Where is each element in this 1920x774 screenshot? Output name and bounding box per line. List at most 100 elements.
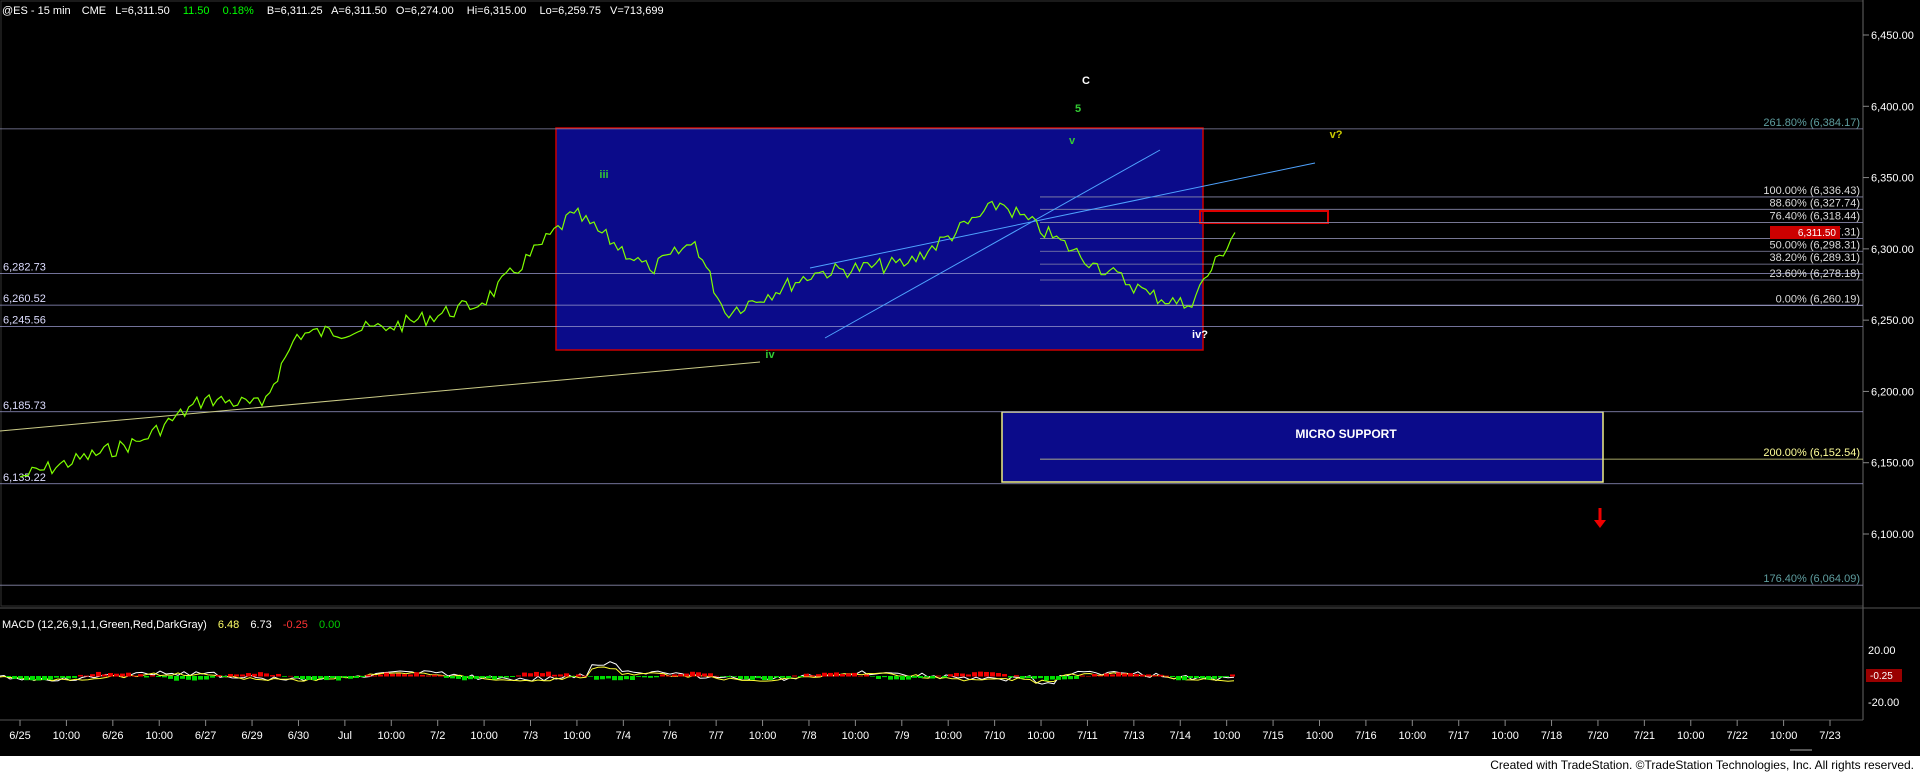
x-axis-tick-label: 7/22 bbox=[1726, 730, 1747, 742]
x-axis-tick-label: 10:00 bbox=[1027, 730, 1055, 742]
macd-histogram-bar bbox=[156, 676, 161, 677]
macd-label: MACD (12,26,9,1,1,Green,Red,DarkGray) bbox=[2, 619, 207, 631]
x-axis-tick-label: 7/15 bbox=[1262, 730, 1283, 742]
macd-histogram-bar bbox=[978, 671, 983, 677]
fib-level-label: 76.40% (6,318.44) bbox=[1769, 211, 1860, 223]
macd-histogram-bar bbox=[282, 676, 287, 677]
macd-histogram-bar bbox=[1164, 675, 1169, 677]
down-arrow-icon bbox=[1594, 508, 1606, 528]
y-axis-tick-label: 6,350.00 bbox=[1871, 173, 1914, 185]
x-axis-tick-label: 10:00 bbox=[145, 730, 173, 742]
macd-histogram-bar bbox=[1200, 676, 1205, 679]
macd-histogram-bar bbox=[24, 676, 29, 681]
x-axis-tick-label: 7/17 bbox=[1448, 730, 1469, 742]
macd-histogram-bar bbox=[882, 676, 887, 678]
x-axis-tick-label: 7/8 bbox=[801, 730, 816, 742]
x-axis-tick-label: 10:00 bbox=[53, 730, 81, 742]
macd-value-2: 6.73 bbox=[250, 619, 271, 631]
wave-label: 5 bbox=[1075, 103, 1081, 115]
header-high: Hi=6,315.00 bbox=[467, 5, 527, 17]
macd-histogram-bar bbox=[924, 676, 929, 678]
fib-level-label: 23.60% (6,278.18) bbox=[1769, 268, 1860, 280]
fib-level-label: 0.00% (6,260.19) bbox=[1776, 294, 1860, 306]
macd-histogram-bar bbox=[756, 676, 761, 679]
macd-histogram-bar bbox=[906, 676, 911, 680]
macd-histogram-bar bbox=[960, 673, 965, 677]
x-axis-tick-label: 10:00 bbox=[1399, 730, 1427, 742]
header-last: L=6,311.50 bbox=[115, 5, 170, 17]
macd-histogram-bar bbox=[432, 674, 437, 677]
macd-histogram-bar bbox=[270, 675, 275, 677]
y-axis-tick-label: 6,150.00 bbox=[1871, 458, 1914, 470]
macd-histogram-bar bbox=[1116, 672, 1121, 677]
x-axis-tick-label: 7/21 bbox=[1634, 730, 1655, 742]
x-axis-tick-label: 7/18 bbox=[1541, 730, 1562, 742]
macd-histogram-bar bbox=[1038, 676, 1043, 679]
macd-histogram-bar bbox=[918, 676, 923, 679]
x-axis-tick-label: 6/26 bbox=[102, 730, 123, 742]
macd-histogram-bar bbox=[174, 676, 179, 681]
macd-histogram-bar bbox=[822, 672, 827, 677]
macd-histogram-bar bbox=[930, 676, 935, 679]
macd-histogram-bar bbox=[894, 676, 899, 680]
macd-histogram-bar bbox=[210, 676, 215, 678]
macd-histogram-bar bbox=[942, 676, 947, 678]
fib-level-label: 88.60% (6,327.74) bbox=[1769, 197, 1860, 209]
macd-histogram-bar bbox=[390, 673, 395, 677]
macd-histogram-bar bbox=[726, 676, 731, 678]
x-axis-tick-label: 7/16 bbox=[1355, 730, 1376, 742]
macd-histogram-bar bbox=[846, 673, 851, 677]
macd-histogram-bar bbox=[714, 675, 719, 677]
macd-histogram-bar bbox=[1152, 675, 1157, 677]
macd-histogram-bar bbox=[252, 673, 257, 677]
macd-histogram-bar bbox=[1110, 674, 1115, 677]
macd-histogram-bar bbox=[480, 676, 485, 678]
x-axis-tick-label: 7/9 bbox=[894, 730, 909, 742]
macd-histogram-bar bbox=[360, 676, 365, 678]
macd-histogram-bar bbox=[744, 676, 749, 680]
macd-histogram-bar bbox=[810, 675, 815, 677]
header-change: 11.50 bbox=[183, 5, 210, 17]
macd-histogram-bar bbox=[852, 672, 857, 677]
macd-histogram-bar bbox=[180, 676, 185, 679]
macd-histogram-bar bbox=[96, 671, 101, 677]
macd-histogram-bar bbox=[408, 674, 413, 677]
x-axis-tick-label: 10:00 bbox=[563, 730, 591, 742]
macd-histogram-bar bbox=[1086, 675, 1091, 677]
macd-histogram-bar bbox=[444, 676, 449, 678]
macd-histogram-bar bbox=[1068, 676, 1073, 680]
macd-histogram-bar bbox=[1170, 676, 1175, 678]
y-axis-tick-label: 6,250.00 bbox=[1871, 315, 1914, 327]
wave-label: iv? bbox=[1192, 329, 1208, 341]
header-bid: B=6,311.25 bbox=[267, 5, 323, 17]
macd-histogram-bar bbox=[834, 672, 839, 677]
macd-histogram-bar bbox=[1134, 673, 1139, 677]
macd-histogram-bar bbox=[1128, 673, 1133, 677]
macd-histogram-bar bbox=[294, 676, 299, 678]
x-axis-tick-label: 7/20 bbox=[1587, 730, 1608, 742]
macd-histogram-bar bbox=[708, 673, 713, 677]
macd-histogram-bar bbox=[1176, 676, 1181, 681]
macd-histogram-bar bbox=[762, 676, 767, 681]
macd-histogram-bar bbox=[30, 676, 35, 681]
x-axis-tick-label: Jul bbox=[338, 730, 352, 742]
x-axis-tick-label: 10:00 bbox=[1770, 730, 1798, 742]
macd-histogram-bar bbox=[1080, 675, 1085, 677]
price-chart[interactable]: 6,282.73 6,260.52 6,245.56 6,185.73 6,135.22… bbox=[0, 0, 1920, 774]
macd-histogram-bar bbox=[144, 676, 149, 678]
x-axis-tick-label: 10:00 bbox=[1677, 730, 1705, 742]
macd-histogram-bar bbox=[1014, 675, 1019, 677]
fib-level-label: 100.00% (6,336.43) bbox=[1763, 185, 1860, 197]
x-axis-tick-label: 10:00 bbox=[934, 730, 962, 742]
macd-histogram-bar bbox=[120, 673, 125, 677]
x-axis-tick-label: 7/11 bbox=[1077, 730, 1098, 742]
macd-histogram-bar bbox=[342, 676, 347, 678]
x-axis-tick-label: 10:00 bbox=[1491, 730, 1519, 742]
macd-histogram-bar bbox=[54, 676, 59, 678]
macd-histogram-bar bbox=[666, 675, 671, 677]
x-axis-tick-label: 7/6 bbox=[662, 730, 677, 742]
macd-histogram-bar bbox=[1140, 674, 1145, 677]
macd-histogram-bar bbox=[768, 676, 773, 680]
macd-histogram-bar bbox=[540, 673, 545, 677]
macd-histogram-bar bbox=[348, 676, 353, 679]
